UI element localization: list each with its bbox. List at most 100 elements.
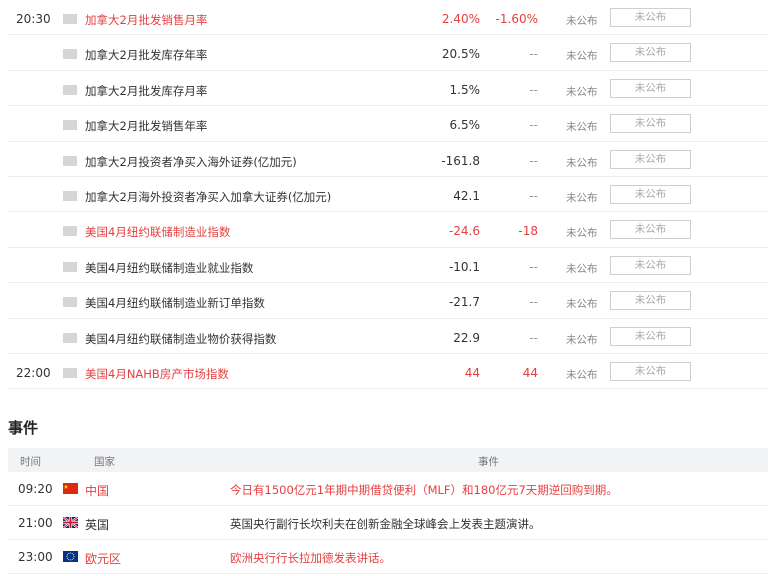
impact-button[interactable]: 未公布	[610, 361, 691, 381]
indicator-name[interactable]: 加拿大2月批发库存月率	[85, 83, 207, 99]
consensus-value: --	[529, 47, 538, 62]
previous-value: -10.1	[448, 259, 480, 274]
indicator-name[interactable]: 加拿大2月批发销售月率	[85, 12, 207, 28]
actual-value: 未公布	[566, 262, 598, 275]
consensus-value: --	[529, 118, 538, 133]
indicator-name[interactable]: 加拿大2月批发库存年率	[85, 47, 207, 63]
flag-placeholder-icon	[63, 332, 77, 343]
indicator-name[interactable]: 美国4月NAHB房产市场指数	[85, 366, 229, 382]
header-time: 时间	[20, 456, 41, 468]
data-row-7: 美国4月纽约联储制造业就业指数 -10.1 -- 未公布 未公布	[8, 248, 768, 284]
uk-flag-icon	[63, 517, 78, 528]
previous-value: 1.5%	[449, 82, 481, 97]
flag-placeholder-icon	[63, 261, 77, 272]
previous-value: -161.8	[441, 153, 480, 168]
economic-data-table: 20:30 加拿大2月批发销售月率 2.40% -1.60% 未公布 未公布 加…	[8, 0, 768, 390]
consensus-value: --	[529, 82, 538, 97]
previous-value: 6.5%	[449, 118, 481, 133]
impact-button[interactable]: 未公布	[610, 78, 691, 98]
actual-value: 未公布	[566, 333, 598, 346]
event-time: 21:00	[18, 516, 53, 530]
consensus-value: --	[529, 188, 538, 203]
indicator-name[interactable]: 美国4月纽约联储制造业就业指数	[85, 260, 253, 276]
impact-button[interactable]: 未公布	[610, 184, 691, 204]
header-country: 国家	[94, 456, 115, 468]
impact-button[interactable]: 未公布	[610, 43, 691, 63]
consensus-value: -1.60%	[495, 12, 538, 26]
events-section-title: 事件	[8, 419, 39, 437]
release-time: 22:00	[16, 365, 51, 380]
flag-placeholder-icon	[63, 297, 77, 308]
impact-button[interactable]: 未公布	[610, 220, 691, 240]
data-row-3: 加拿大2月批发销售年率 6.5% -- 未公布 未公布	[8, 106, 768, 142]
actual-value: 未公布	[566, 85, 598, 98]
actual-value: 未公布	[566, 156, 598, 169]
indicator-name[interactable]: 美国4月纽约联储制造业指数	[85, 224, 230, 240]
flag-placeholder-icon	[63, 14, 77, 24]
event-country: 欧元区	[85, 552, 122, 566]
data-row-9: 美国4月纽约联储制造业物价获得指数 22.9 -- 未公布 未公布	[8, 319, 768, 354]
actual-value: 未公布	[566, 191, 598, 204]
indicator-name[interactable]: 加拿大2月批发销售年率	[85, 118, 207, 134]
event-row-0: 09:20 中国 今日有1500亿元1年期中期借贷便利（MLF）和180亿元7天…	[8, 472, 768, 506]
data-row-1: 加拿大2月批发库存年率 20.5% -- 未公布 未公布	[8, 35, 768, 71]
event-text[interactable]: 英国央行副行长坎利夫在创新金融全球峰会上发表主题演讲。	[230, 516, 541, 532]
indicator-name[interactable]: 美国4月纽约联储制造业新订单指数	[85, 295, 265, 311]
data-row-5: 加拿大2月海外投资者净买入加拿大证券(亿加元) 42.1 -- 未公布 未公布	[8, 177, 768, 213]
event-country: 中国	[85, 484, 110, 498]
indicator-name[interactable]: 加拿大2月投资者净买入海外证券(亿加元)	[85, 154, 297, 170]
actual-value: 未公布	[566, 227, 598, 240]
data-row-6: 美国4月纽约联储制造业指数 -24.6 -18 未公布 未公布	[8, 212, 768, 248]
previous-value: -21.7	[448, 295, 480, 310]
consensus-value: 44	[522, 365, 538, 380]
consensus-value: --	[529, 295, 538, 310]
indicator-name[interactable]: 加拿大2月海外投资者净买入加拿大证券(亿加元)	[85, 189, 331, 205]
event-country: 英国	[85, 518, 110, 532]
previous-value: 22.9	[453, 330, 480, 345]
previous-value: 44	[464, 365, 480, 380]
indicator-name[interactable]: 美国4月纽约联储制造业物价获得指数	[85, 331, 276, 347]
events-table-header: 时间 国家 事件	[8, 448, 768, 472]
flag-placeholder-icon	[63, 84, 77, 95]
event-text[interactable]: 欧洲央行行长拉加德发表讲话。	[230, 550, 391, 566]
data-row-10: 22:00 美国4月NAHB房产市场指数 44 44 未公布 未公布	[8, 354, 768, 390]
impact-button[interactable]: 未公布	[610, 326, 691, 346]
header-event: 事件	[478, 456, 499, 468]
flag-placeholder-icon	[63, 226, 77, 237]
flag-placeholder-icon	[63, 120, 77, 131]
event-time: 23:00	[18, 550, 53, 564]
impact-button[interactable]: 未公布	[610, 8, 691, 27]
previous-value: 20.5%	[441, 47, 480, 62]
actual-value: 未公布	[566, 50, 598, 63]
event-row-1: 21:00 英国 英国央行副行长坎利夫在创新金融全球峰会上发表主题演讲。	[8, 506, 768, 540]
previous-value: 42.1	[453, 188, 480, 203]
consensus-value: -18	[518, 224, 538, 239]
data-row-8: 美国4月纽约联储制造业新订单指数 -21.7 -- 未公布 未公布	[8, 283, 768, 319]
china-flag-icon	[63, 483, 78, 494]
consensus-value: --	[529, 153, 538, 168]
consensus-value: --	[529, 259, 538, 274]
flag-placeholder-icon	[63, 155, 77, 166]
impact-button[interactable]: 未公布	[610, 291, 691, 311]
consensus-value: --	[529, 330, 538, 345]
actual-value: 未公布	[566, 15, 598, 27]
release-time: 20:30	[16, 12, 51, 26]
event-time: 09:20	[18, 482, 53, 496]
event-row-2: 23:00 欧元区 欧洲央行行长拉加德发表讲话。	[8, 540, 768, 574]
flag-placeholder-icon	[63, 190, 77, 201]
data-row-0: 20:30 加拿大2月批发销售月率 2.40% -1.60% 未公布 未公布	[8, 0, 768, 36]
flag-placeholder-icon	[63, 49, 77, 60]
impact-button[interactable]: 未公布	[610, 255, 691, 275]
flag-placeholder-icon	[63, 367, 77, 378]
previous-value: 2.40%	[441, 12, 480, 26]
actual-value: 未公布	[566, 298, 598, 311]
impact-button[interactable]: 未公布	[610, 114, 691, 134]
eu-flag-icon	[63, 551, 78, 562]
previous-value: -24.6	[448, 224, 480, 239]
actual-value: 未公布	[566, 121, 598, 134]
event-text[interactable]: 今日有1500亿元1年期中期借贷便利（MLF）和180亿元7天期逆回购到期。	[230, 482, 618, 498]
actual-value: 未公布	[566, 368, 598, 381]
impact-button[interactable]: 未公布	[610, 149, 691, 169]
data-row-4: 加拿大2月投资者净买入海外证券(亿加元) -161.8 -- 未公布 未公布	[8, 142, 768, 177]
data-row-2: 加拿大2月批发库存月率 1.5% -- 未公布 未公布	[8, 71, 768, 107]
